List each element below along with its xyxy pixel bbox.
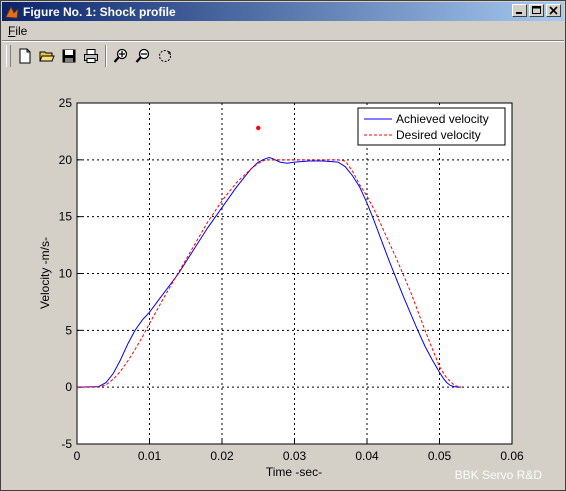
menu-file[interactable]: File bbox=[2, 24, 33, 38]
window-title: Figure No. 1: Shock profile bbox=[23, 4, 176, 19]
close-button[interactable] bbox=[546, 4, 561, 17]
velocity-chart: 0 0.01 0.02 0.03 0.04 0.05 0.06-50510152025 Ti… bbox=[38, 96, 524, 479]
y-tick-label: 0 bbox=[65, 380, 72, 394]
x-axis-label: Time -sec- bbox=[266, 465, 322, 479]
x-tick-label: 0.03 bbox=[283, 449, 307, 463]
y-tick-label: 5 bbox=[65, 323, 72, 337]
x-tick-label: 0.05 bbox=[428, 449, 452, 463]
x-tick-label: 0.06 bbox=[500, 449, 524, 463]
toolbar-grip[interactable] bbox=[6, 45, 11, 67]
maximize-button[interactable] bbox=[529, 4, 544, 17]
zoom-in-button[interactable] bbox=[110, 45, 132, 67]
matlab-app-icon bbox=[5, 5, 19, 19]
annotations bbox=[256, 125, 261, 131]
figure-canvas[interactable]: 0 0.01 0.02 0.03 0.04 0.05 0.06 -5 0 5 10 15 20 25 Ti… bbox=[2, 71, 564, 490]
print-icon bbox=[84, 49, 98, 63]
x-tick-label: 0.01 bbox=[138, 449, 162, 463]
window-controls bbox=[512, 4, 561, 17]
print-figure-button[interactable] bbox=[80, 45, 102, 67]
menu-bar: File bbox=[2, 22, 564, 39]
save-figure-button[interactable] bbox=[58, 45, 80, 67]
rotate-3d-button[interactable] bbox=[154, 45, 176, 67]
save-icon bbox=[62, 49, 76, 63]
x-tick-label: 0.04 bbox=[355, 449, 379, 463]
zoom-out-button[interactable] bbox=[132, 45, 154, 67]
y-tick-label: 25 bbox=[59, 96, 73, 110]
legend[interactable]: Achieved velocity Desired velocity bbox=[357, 107, 506, 146]
title-bar[interactable]: Figure No. 1: Shock profile bbox=[2, 2, 564, 21]
zoom-out-icon bbox=[135, 48, 150, 63]
toolbar-separator bbox=[105, 45, 107, 67]
new-figure-button[interactable] bbox=[14, 45, 36, 67]
y-axis-label: Velocity -m/s- bbox=[38, 237, 52, 309]
y-tick-label: 20 bbox=[59, 153, 73, 167]
legend-label-desired: Desired velocity bbox=[396, 128, 481, 142]
minimize-icon bbox=[516, 12, 522, 14]
minimize-button[interactable] bbox=[512, 4, 527, 17]
red-marker-point bbox=[256, 125, 261, 131]
close-icon bbox=[549, 6, 558, 15]
menu-file-label-rest: ile bbox=[15, 23, 28, 38]
zoom-in-icon bbox=[113, 48, 128, 63]
y-tick-label: 15 bbox=[59, 210, 73, 224]
x-tick-label: 0 bbox=[74, 449, 81, 463]
legend-label-achieved: Achieved velocity bbox=[396, 112, 489, 126]
y-tick-label: -5 bbox=[61, 437, 72, 451]
new-icon bbox=[19, 48, 31, 64]
open-file-button[interactable] bbox=[36, 45, 58, 67]
watermark-text: BBK Servo R&D bbox=[454, 468, 542, 482]
y-tick-label: 10 bbox=[59, 267, 73, 281]
rotate-icon bbox=[159, 50, 171, 62]
toolbar bbox=[2, 40, 564, 71]
x-tick-label: 0.02 bbox=[210, 449, 234, 463]
open-icon bbox=[39, 51, 55, 62]
figure-window: Figure No. 1: Shock profile File 0 0.01 … bbox=[0, 0, 566, 491]
maximize-icon bbox=[532, 6, 541, 14]
